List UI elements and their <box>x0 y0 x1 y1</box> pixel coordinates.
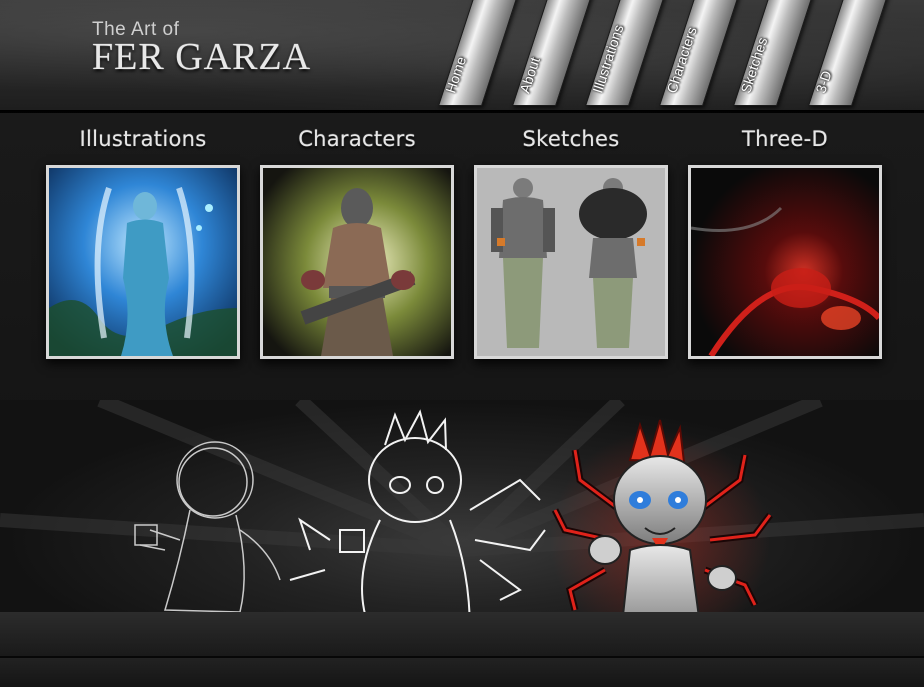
sketch-line-art-figure <box>289 409 546 634</box>
gallery-title-illustrations[interactable]: Illustrations <box>46 127 240 165</box>
gallery-title-characters[interactable]: Characters <box>260 127 454 165</box>
nav-3d-label: 3-D <box>812 68 835 95</box>
thumb-sketches[interactable] <box>474 165 668 359</box>
gallery-title-three-d[interactable]: Three-D <box>688 127 882 165</box>
character-thumb-image <box>263 168 451 356</box>
main-nav: Home About Illustrations Characters Sket… <box>0 0 924 106</box>
nav-sketches-label: Sketches <box>737 35 771 95</box>
nav-sketches[interactable]: Sketches <box>733 0 814 106</box>
gallery-item-sketches: Sketches <box>474 127 668 359</box>
gallery-item-illustrations: Illustrations <box>46 127 240 359</box>
showcase-floor <box>0 612 924 656</box>
nav-home[interactable]: Home <box>438 0 519 106</box>
nav-illustrations-label: Illustrations <box>589 22 627 95</box>
sketch-thumb-image <box>477 168 665 356</box>
gallery-title-sketches[interactable]: Sketches <box>474 127 668 165</box>
nav-about-label: About <box>516 55 543 95</box>
site-header: The Art of FER GARZA Home About Illustra… <box>0 0 924 120</box>
gallery-item-characters: Characters <box>260 127 454 359</box>
three-d-thumb-image <box>691 168 879 356</box>
gallery-item-three-d: Three-D <box>688 127 882 359</box>
nav-about[interactable]: About <box>512 0 593 106</box>
site-footer <box>0 656 924 687</box>
gallery-section: Illustrations Characters Sketches Three-… <box>0 113 924 423</box>
nav-characters-label: Characters <box>663 24 700 95</box>
thumb-three-d[interactable] <box>688 165 882 359</box>
illustration-thumb-image <box>49 168 237 356</box>
nav-3d[interactable]: 3-D <box>808 0 889 106</box>
thumb-characters[interactable] <box>260 165 454 359</box>
nav-illustrations[interactable]: Illustrations <box>585 0 666 106</box>
nav-home-label: Home <box>442 54 470 95</box>
nav-characters[interactable]: Characters <box>659 0 740 106</box>
thumb-illustrations[interactable] <box>46 165 240 359</box>
